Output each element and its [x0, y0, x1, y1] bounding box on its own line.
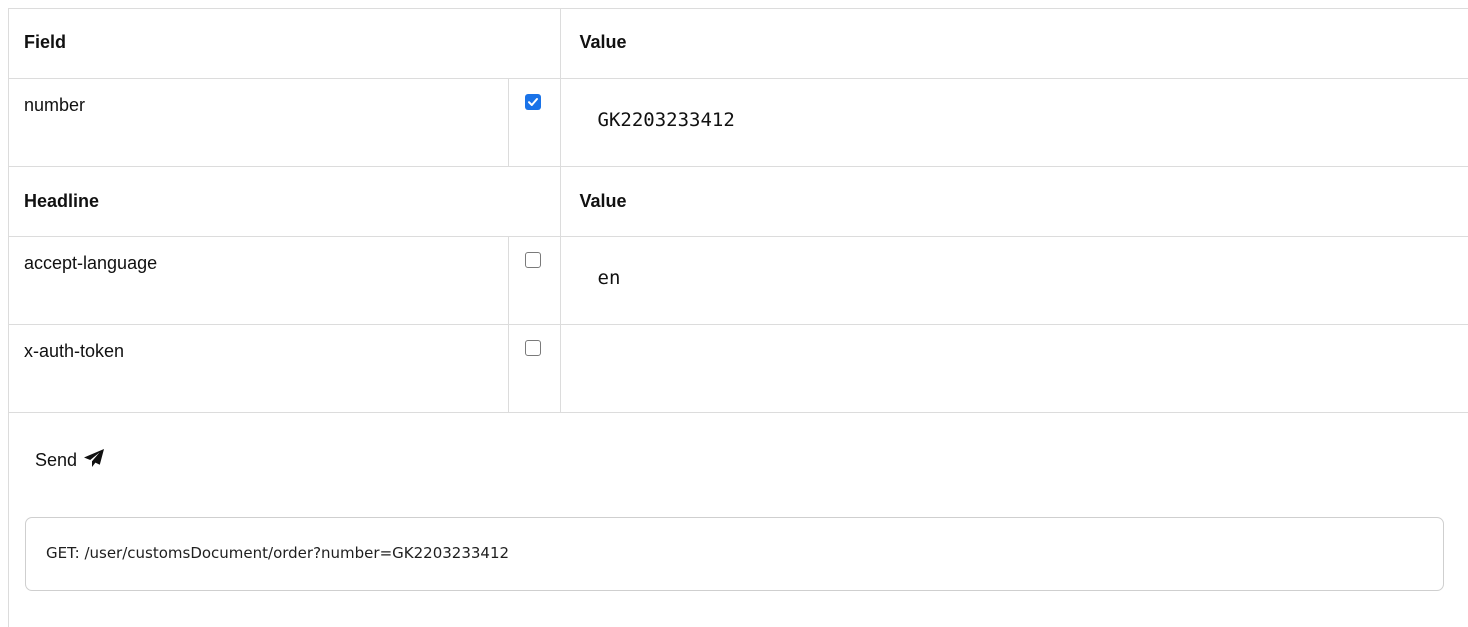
table-row: number GK2203233412	[8, 77, 1468, 167]
table-row: x-auth-token	[8, 323, 1468, 413]
params-table: Field Value number GK2203233412 Headline…	[8, 8, 1468, 413]
checkbox-number[interactable]	[524, 93, 541, 110]
header-name: x-auth-token	[8, 323, 509, 413]
header-value[interactable]	[559, 323, 1468, 413]
fields-header-row: Field Value	[8, 8, 1468, 79]
field-header-label: Field	[24, 32, 67, 53]
param-checkbox-cell	[507, 77, 561, 167]
send-label: Send	[35, 450, 78, 470]
value-column-header: Value	[559, 165, 1468, 237]
field-column-header: Field	[8, 8, 561, 79]
param-value[interactable]: GK2203233412	[559, 77, 1468, 167]
paper-plane-icon	[83, 448, 105, 473]
header-name: accept-language	[8, 235, 509, 325]
headline-column-header: Headline	[8, 165, 561, 237]
checkbox-accept-language[interactable]	[524, 251, 541, 268]
value-header-label: Value	[579, 32, 627, 53]
header-checkbox-cell	[507, 235, 561, 325]
value-column-header: Value	[559, 8, 1468, 79]
value-header-label: Value	[579, 190, 627, 211]
checkbox-x-auth-token[interactable]	[524, 339, 541, 356]
header-value[interactable]: en	[559, 235, 1468, 325]
headline-header-label: Headline	[24, 190, 100, 211]
headers-header-row: Headline Value	[8, 165, 1468, 237]
request-url-text: GET: /user/customsDocument/order?number=…	[46, 544, 510, 562]
check-icon	[527, 97, 538, 106]
request-preview: GET: /user/customsDocument/order?number=…	[25, 517, 1444, 591]
param-name: number	[8, 77, 509, 167]
header-checkbox-cell	[507, 323, 561, 413]
table-row: accept-language en	[8, 235, 1468, 325]
send-button[interactable]: Send	[35, 448, 105, 473]
